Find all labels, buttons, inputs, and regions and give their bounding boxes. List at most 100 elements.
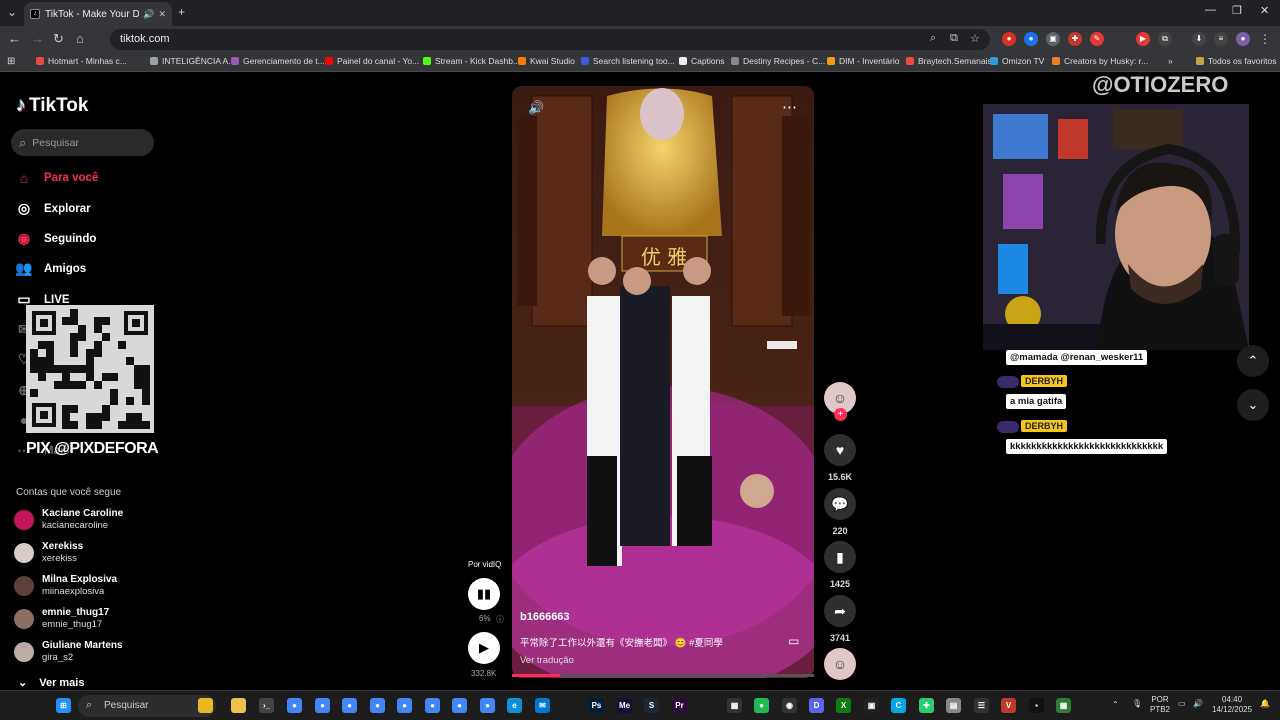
app-grid-icon[interactable]: ✚ <box>919 698 934 713</box>
volume-icon[interactable]: 🔊 <box>528 100 544 116</box>
notifications-icon[interactable]: 🔔 <box>1260 699 1270 709</box>
tray-overflow-icon[interactable]: ⌃ <box>1112 700 1119 710</box>
maximize-icon[interactable]: ❐ <box>1232 4 1242 17</box>
bookmark-item[interactable]: Gerenciamento de t... <box>231 56 325 66</box>
photoshop-icon[interactable]: Ps <box>589 698 604 713</box>
browser-tab[interactable]: ♪ TikTok - Make Your Day 🔊 ✕ <box>24 2 172 26</box>
chrome-profile-5-icon[interactable]: ● <box>397 698 412 713</box>
bookmark-star-icon[interactable]: ☆ <box>970 32 980 45</box>
vidiq-stats-button[interactable]: ▮▮ <box>468 578 500 610</box>
all-favorites-folder[interactable]: Todos os favoritos <box>1196 56 1277 66</box>
info-icon[interactable]: ⓘ <box>496 614 504 625</box>
following-account[interactable]: Milna Explosiva miinaexplosiva <box>14 574 174 602</box>
extension-4-icon[interactable]: ✚ <box>1068 32 1082 46</box>
extension-2-icon[interactable]: ● <box>1024 32 1038 46</box>
forward-icon[interactable]: → <box>31 31 44 46</box>
app-chart-icon[interactable]: ▤ <box>946 698 961 713</box>
following-account[interactable]: emnie_thug17 emnie_thug17 <box>14 607 174 635</box>
chrome-profile-2-icon[interactable]: ● <box>315 698 330 713</box>
media-controls-icon[interactable]: ≡ <box>1214 32 1228 46</box>
following-account[interactable]: Giuliane Martens gira_s2 <box>14 640 174 668</box>
spotify-icon[interactable]: ● <box>754 698 769 713</box>
tab-search-icon[interactable]: ⌄ <box>7 5 17 19</box>
sidebar-item-following[interactable]: ◉ Seguindo <box>14 230 97 247</box>
bookmark-item[interactable]: Search listening too... <box>581 56 675 66</box>
tiktok-search[interactable]: ⌕ <box>11 129 154 156</box>
address-url[interactable]: tiktok.com <box>120 33 170 45</box>
discord-icon[interactable]: D <box>809 698 824 713</box>
reload-icon[interactable]: ↻ <box>53 31 64 47</box>
bookmark-item[interactable]: Braytech.Semanais <box>906 56 992 66</box>
clock[interactable]: 04:40 14/12/2025 <box>1212 695 1252 715</box>
extensions-puzzle-icon[interactable]: ⧉ <box>1158 32 1172 46</box>
xbox-icon[interactable]: X <box>836 698 851 713</box>
video-progress-bar[interactable] <box>512 674 814 677</box>
extension-5-icon[interactable]: ✎ <box>1090 32 1104 46</box>
share-button[interactable]: ➦ <box>824 595 856 627</box>
bookmark-item[interactable]: Destiny Recipes - C... <box>731 56 825 66</box>
close-tab-icon[interactable]: ✕ <box>158 9 166 20</box>
extension-6-icon[interactable]: ▶ <box>1136 32 1150 46</box>
steam-icon[interactable]: S <box>644 698 659 713</box>
see-translation-link[interactable]: Ver tradução <box>520 655 574 666</box>
chrome-profile-6-icon[interactable]: ● <box>425 698 440 713</box>
edge-icon[interactable]: e <box>507 698 522 713</box>
video-player[interactable]: 优 雅 🔊 ⋯ ▭ <box>512 86 814 678</box>
following-account[interactable]: Xerekiss xerekiss <box>14 541 174 569</box>
tiktok-logo[interactable]: ♪ TikTok <box>16 94 88 117</box>
keyboard-language[interactable]: POR PTB2 <box>1150 695 1170 715</box>
home-page-icon[interactable]: ⌂ <box>76 31 84 46</box>
start-icon[interactable]: ⊞ <box>56 698 71 713</box>
mail-icon[interactable]: ✉ <box>535 698 550 713</box>
bookmark-item[interactable]: DIM - Inventário <box>827 56 899 66</box>
next-video-button[interactable]: ⌄ <box>1237 389 1269 421</box>
app-green-icon[interactable]: ▦ <box>1056 698 1071 713</box>
stream-deck-icon[interactable]: ▣ <box>864 698 879 713</box>
sidebar-item-compass[interactable]: ◎ Explorar <box>14 200 91 217</box>
vectir-icon[interactable]: V <box>1001 698 1016 713</box>
volume-tray-icon[interactable]: 🔊 <box>1193 699 1203 709</box>
bookmark-item[interactable]: Creators by Husky: r... <box>1052 56 1148 66</box>
media-encoder-icon[interactable]: Me <box>617 698 632 713</box>
bookmarks-overflow-icon[interactable]: » <box>1168 56 1173 66</box>
zoom-icon[interactable]: ⌕ <box>930 32 936 45</box>
chrome-profile-8-icon[interactable]: ● <box>480 698 495 713</box>
comment-button[interactable]: 💬 <box>824 488 856 520</box>
play-button[interactable]: ▶ <box>468 632 500 664</box>
sidebar-item-home[interactable]: ⌂ Para você <box>14 170 99 186</box>
back-icon[interactable]: ← <box>8 31 21 46</box>
minimize-icon[interactable]: — <box>1205 4 1216 16</box>
following-account[interactable]: Kaciane Caroline kacianecaroline <box>14 508 174 536</box>
like-button[interactable]: ♥ <box>824 434 856 466</box>
address-bar[interactable]: tiktok.com ⌕ ⧉ ☆ <box>110 29 990 50</box>
video-author[interactable]: b1666663 <box>520 611 570 623</box>
bookmark-item[interactable]: Kwai Studio <box>518 56 575 66</box>
microphone-icon[interactable]: 🎙 <box>1132 699 1142 709</box>
bookmark-item[interactable]: INTELIGÊNCIA A... <box>150 56 235 66</box>
files-icon[interactable] <box>198 698 213 713</box>
terminal-icon[interactable]: ›_ <box>259 698 274 713</box>
sound-disc[interactable]: ☺ <box>824 648 856 680</box>
taskbar-search[interactable]: ⌕ Pesquisar <box>78 695 216 717</box>
app-toggle-icon[interactable]: ☰ <box>974 698 989 713</box>
search-input[interactable] <box>32 136 138 149</box>
bookmark-item[interactable]: Painel do canal - Yo... <box>325 56 419 66</box>
save-button[interactable]: ▮ <box>824 541 856 573</box>
premiere-icon[interactable]: Pr <box>672 698 687 713</box>
captions-toggle-icon[interactable]: ▭ <box>788 634 799 648</box>
follow-plus-icon[interactable]: + <box>834 408 847 421</box>
see-more-link[interactable]: ⌄ Ver mais <box>18 676 84 689</box>
app-dark-icon[interactable]: ▪ <box>1029 698 1044 713</box>
apps-grid-icon[interactable]: ⊞ <box>7 56 15 67</box>
chrome-icon[interactable]: ● <box>287 698 302 713</box>
obs-icon[interactable]: ◉ <box>782 698 797 713</box>
close-window-icon[interactable]: ✕ <box>1260 4 1269 17</box>
bookmark-item[interactable]: Hotmart - Minhas c... <box>36 56 127 66</box>
downloads-icon[interactable]: ⬇ <box>1192 32 1206 46</box>
network-icon[interactable]: ▭ <box>1178 699 1186 709</box>
chrome-profile-7-icon[interactable]: ● <box>452 698 467 713</box>
chrome-profile-4-icon[interactable]: ● <box>370 698 385 713</box>
sidebar-item-friends[interactable]: 👥 Amigos <box>14 260 86 277</box>
install-app-icon[interactable]: ⧉ <box>950 32 958 45</box>
chrome-profile-3-icon[interactable]: ● <box>342 698 357 713</box>
